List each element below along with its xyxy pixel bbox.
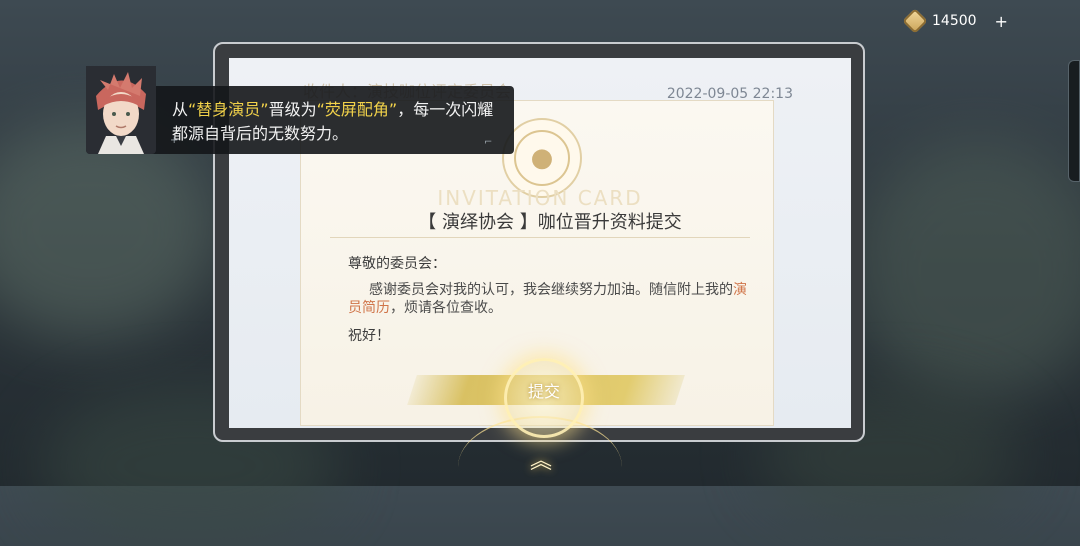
coin-icon: [902, 8, 928, 34]
corner-decoration: +: [170, 135, 179, 146]
dialogue-highlight-2: “荧屏配角”: [316, 100, 398, 119]
character-avatar: [86, 66, 156, 154]
letter-body-text-end: ，烦请各位查收。: [390, 300, 502, 316]
submit-label[interactable]: 提交: [504, 378, 584, 402]
letter-closing: 祝好！: [348, 328, 390, 344]
dialogue-highlight-1: “替身演员”: [188, 100, 269, 119]
dialogue-prefix: 从: [172, 100, 189, 119]
dialogue-mid: 晋级为: [268, 100, 317, 119]
card-title: 【 演绎协会 】咖位晋升资料提交: [418, 212, 682, 233]
letter-body-text: 感谢委员会对我的认可，我会继续努力加油。随信附上我的: [369, 282, 733, 298]
currency-amount: 14500: [932, 13, 977, 29]
background-blur: [850, 140, 1080, 400]
chevron-up-icon[interactable]: ︽: [521, 441, 561, 477]
film-camera-icon: ●: [514, 130, 570, 186]
side-panel-edge: [1068, 60, 1080, 182]
letter-greeting: 尊敬的委员会：: [348, 256, 446, 272]
dialogue-text: 从“替身演员”晋级为“荧屏配角”，每一次闪耀都源自背后的无数努力。: [172, 98, 506, 146]
divider: [330, 237, 750, 238]
add-currency-button[interactable]: +: [995, 12, 1008, 31]
corner-decoration: ⌐: [484, 137, 493, 148]
currency-display: 14500 +: [902, 8, 1008, 34]
letter-body: 感谢委员会对我的认可，我会继续努力加油。随信附上我的演员简历，烦请各位查收。: [348, 281, 748, 317]
card-watermark: INVITATION CARD: [437, 186, 643, 210]
